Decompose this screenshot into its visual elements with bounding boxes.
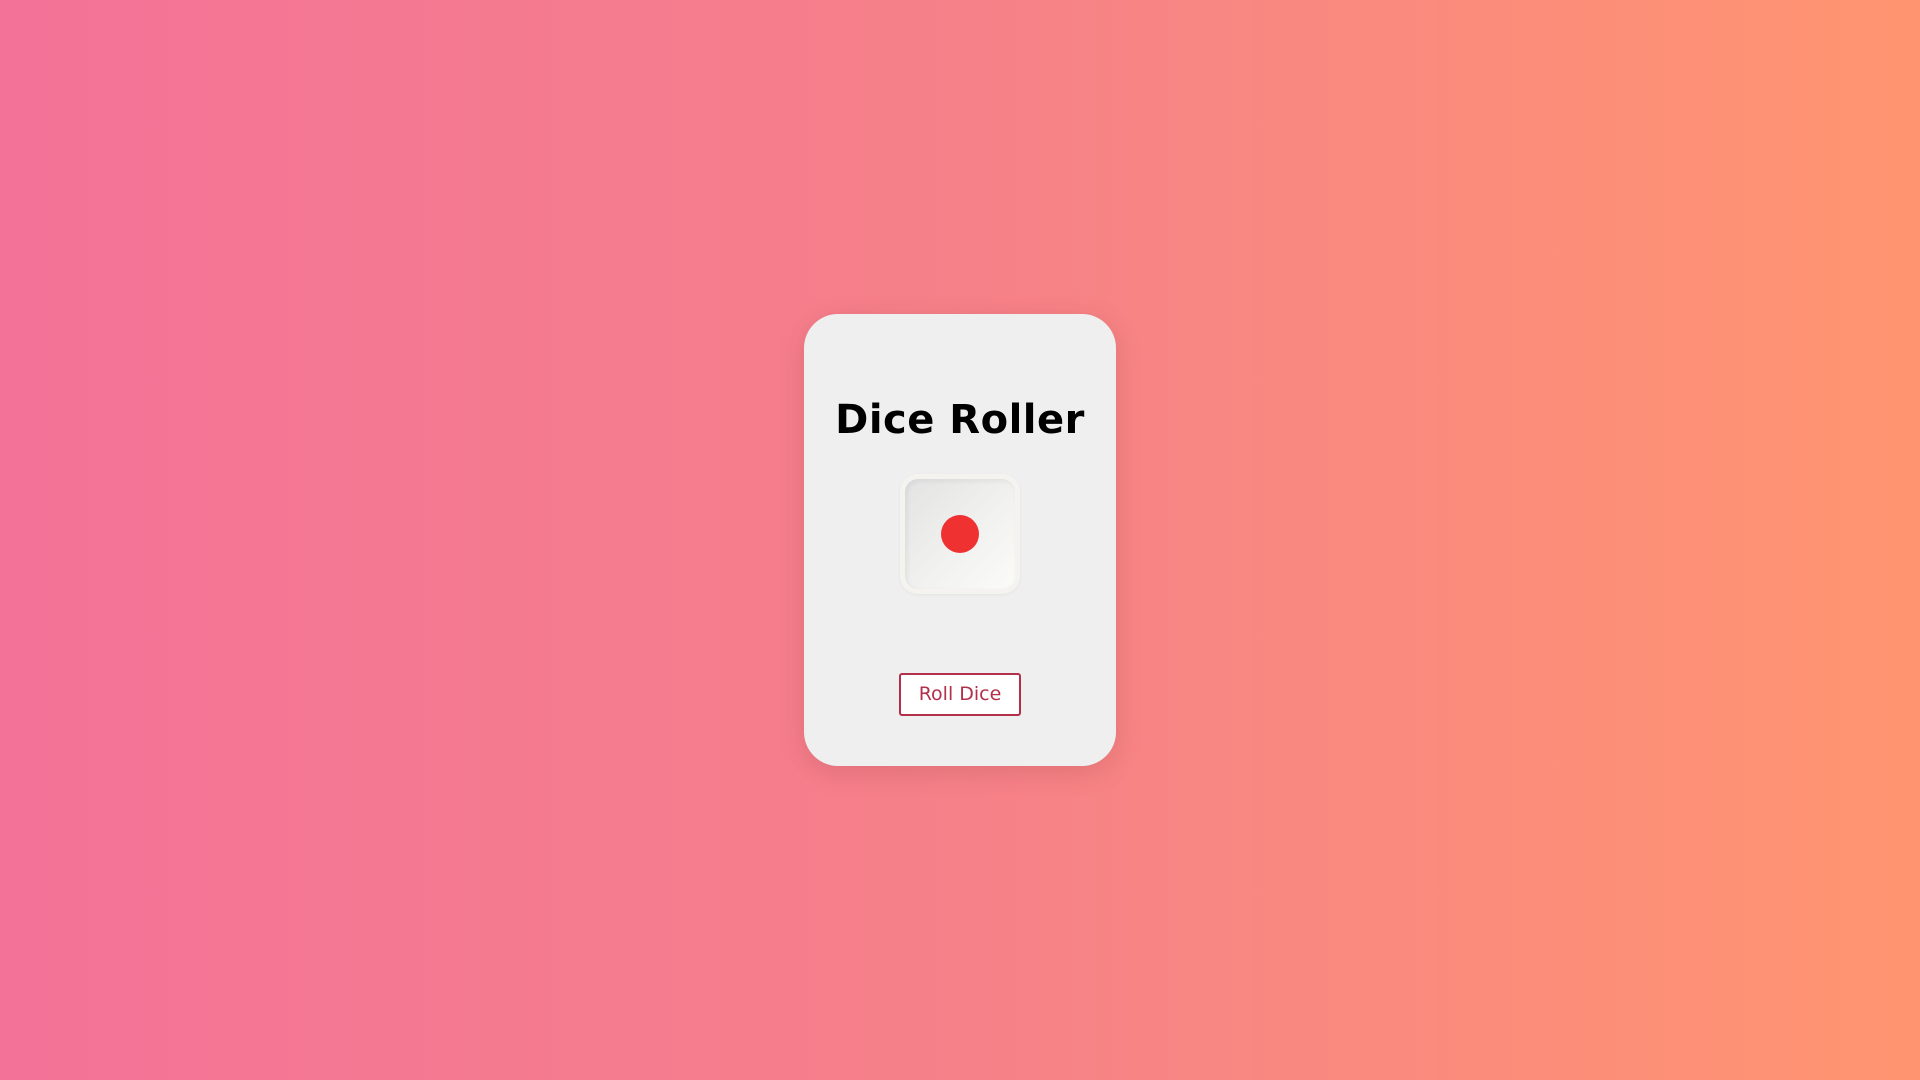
die-face [900,474,1020,594]
dice-roller-card: Dice Roller Roll Dice [804,314,1116,766]
page-title: Dice Roller [835,397,1085,443]
die-pip-dot-icon [941,515,979,553]
roll-dice-button[interactable]: Roll Dice [899,673,1021,716]
